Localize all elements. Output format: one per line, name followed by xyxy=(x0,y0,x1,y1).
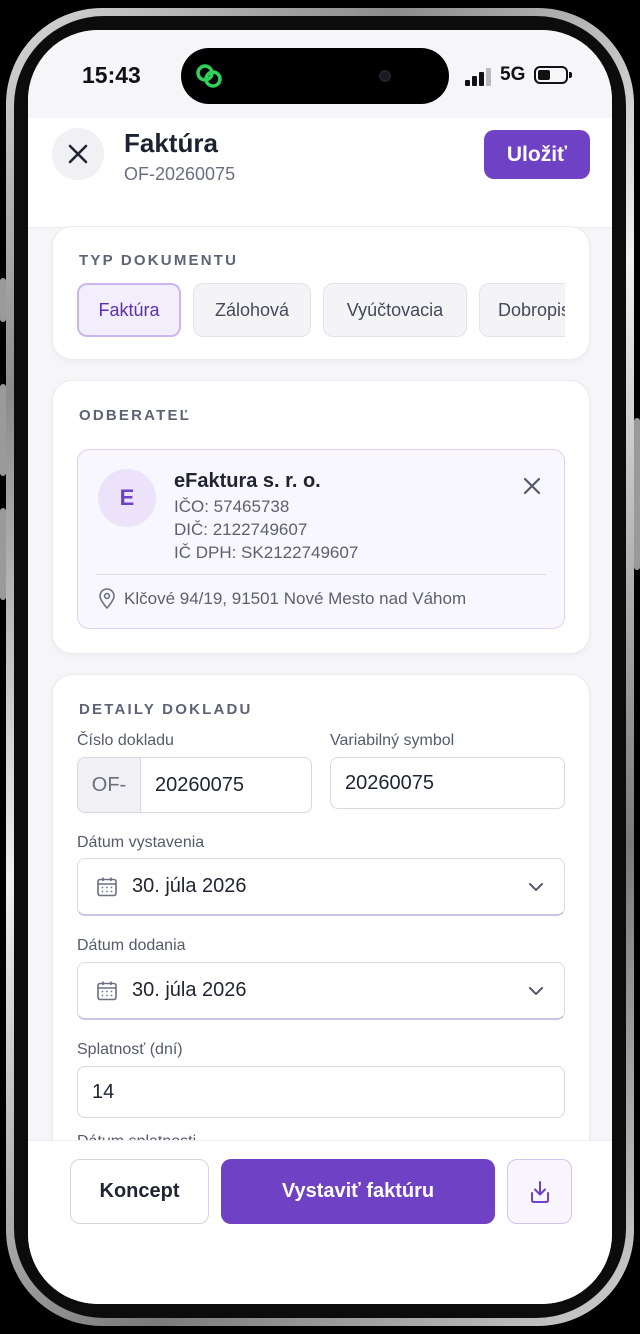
customer-box[interactable]: E eFaktura s. r. o. IČO: 57465738 DIČ: 2… xyxy=(77,449,565,629)
page-header: Faktúra OF-20260075 Uložiť xyxy=(28,118,612,228)
silent-switch xyxy=(0,278,6,322)
calendar-icon xyxy=(97,877,117,897)
network-type: 5G xyxy=(500,64,526,85)
delivery-date-picker[interactable]: 30. júla 2026 xyxy=(77,962,565,1020)
page-title: Faktúra xyxy=(124,128,218,158)
label-issue-date: Dátum vystavenia xyxy=(77,834,205,851)
chip-invoice[interactable]: Faktúra xyxy=(77,283,181,337)
label-document-number: Číslo dokladu xyxy=(77,732,174,749)
download-button[interactable] xyxy=(507,1159,572,1224)
chip-credit-note[interactable]: Dobropis xyxy=(479,283,565,337)
document-number-input[interactable]: 20260075 xyxy=(140,757,312,813)
document-number: OF-20260075 xyxy=(124,164,236,184)
customer-card: ODBERATEĽ E eFaktura s. r. o. IČO: 57465… xyxy=(52,380,590,654)
close-icon xyxy=(523,477,541,495)
customer-ico: IČO: 57465738 xyxy=(174,497,290,516)
dynamic-island xyxy=(181,48,449,104)
front-camera xyxy=(379,70,391,82)
issue-date-value: 30. júla 2026 xyxy=(132,875,247,897)
cellular-signal-icon xyxy=(465,68,493,86)
chip-settlement[interactable]: Vyúčtovacia xyxy=(323,283,467,337)
link-activity-icon xyxy=(196,64,222,88)
delivery-date-value: 30. júla 2026 xyxy=(132,979,247,1001)
customer-avatar: E xyxy=(98,469,156,527)
issue-date-picker[interactable]: 30. júla 2026 xyxy=(77,858,565,916)
label-delivery-date: Dátum dodania xyxy=(77,937,186,954)
volume-up-button xyxy=(0,384,6,476)
section-label-customer: ODBERATEĽ xyxy=(79,407,192,424)
remove-customer-button[interactable] xyxy=(518,472,546,500)
customer-ic-dph: IČ DPH: SK2122749607 xyxy=(174,543,359,562)
section-label-details: DETAILY DOKLADU xyxy=(79,701,253,718)
due-days-input[interactable]: 14 xyxy=(77,1066,565,1118)
label-due-days: Splatnosť (dní) xyxy=(77,1041,183,1058)
battery-icon xyxy=(534,66,572,84)
app-screen: 15:43 5G Faktúra OF-20260075 Uložiť TYP … xyxy=(28,30,612,1304)
variable-symbol-input[interactable]: 20260075 xyxy=(330,757,565,809)
status-time: 15:43 xyxy=(82,62,141,88)
close-icon xyxy=(68,144,88,164)
bottom-action-bar: Koncept Vystaviť faktúru xyxy=(28,1140,612,1304)
customer-name: eFaktura s. r. o. xyxy=(174,470,321,492)
volume-down-button xyxy=(0,508,6,600)
download-icon xyxy=(530,1180,549,1203)
status-bar: 15:43 5G xyxy=(28,30,612,118)
draft-button[interactable]: Koncept xyxy=(70,1159,209,1224)
label-variable-symbol: Variabilný symbol xyxy=(330,732,455,749)
document-type-card: TYP DOKUMENTU Faktúra Zálohová Vyúčtovac… xyxy=(52,226,590,360)
document-type-chips[interactable]: Faktúra Zálohová Vyúčtovacia Dobropis xyxy=(77,283,565,339)
document-number-prefix: OF- xyxy=(77,757,141,813)
power-button xyxy=(634,418,640,570)
location-pin-icon xyxy=(99,588,115,610)
document-details-card: DETAILY DOKLADU Číslo dokladu OF- 202600… xyxy=(52,674,590,1194)
issue-invoice-button[interactable]: Vystaviť faktúru xyxy=(221,1159,495,1224)
customer-address: Klčové 94/19, 91501 Nové Mesto nad Váhom xyxy=(124,589,467,608)
save-button[interactable]: Uložiť xyxy=(484,130,590,179)
close-button[interactable] xyxy=(52,128,104,180)
chevron-down-icon xyxy=(529,987,543,995)
customer-dic: DIČ: 2122749607 xyxy=(174,520,308,539)
chip-advance[interactable]: Zálohová xyxy=(193,283,311,337)
section-label-document-type: TYP DOKUMENTU xyxy=(79,252,239,269)
divider xyxy=(96,574,546,575)
calendar-icon xyxy=(97,981,117,1001)
chevron-down-icon xyxy=(529,883,543,891)
